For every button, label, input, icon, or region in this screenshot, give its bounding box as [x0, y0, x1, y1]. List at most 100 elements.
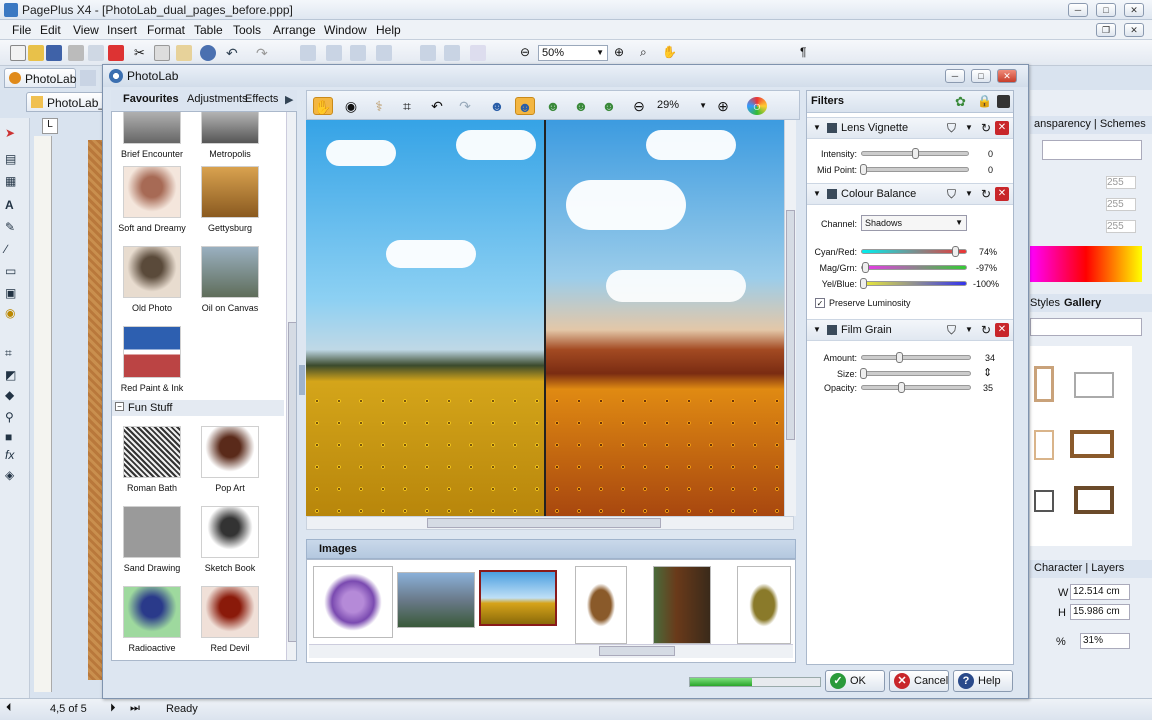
prev-page-icon[interactable]: ⏴ [6, 702, 12, 715]
slider-knob[interactable] [898, 382, 905, 393]
slider-knob[interactable] [860, 164, 867, 175]
frame-thumb[interactable] [1034, 430, 1054, 460]
expand-icon[interactable]: ▼ [813, 123, 821, 132]
color-wheel-icon[interactable]: ○ [747, 97, 767, 115]
chevron-down-icon[interactable]: ▼ [965, 325, 973, 334]
favourites-scrollbar[interactable] [286, 112, 296, 660]
undo-icon[interactable]: ↶ [427, 97, 447, 115]
preview-vscroll[interactable] [784, 120, 796, 516]
doc-close-button[interactable]: ✕ [1124, 23, 1144, 37]
collapse-icon[interactable]: − [115, 402, 124, 411]
tab-styles[interactable]: Styles [1030, 297, 1060, 309]
slider-knob[interactable] [860, 278, 867, 289]
tab-effects[interactable]: Effects [245, 93, 278, 105]
photolab-minimize-button[interactable]: ─ [945, 69, 965, 83]
fav-red-devil[interactable]: Red Devil [192, 586, 268, 653]
transparency-schemes-tabs[interactable]: ansparency | Schemes [1030, 116, 1152, 134]
picture-tool-icon[interactable]: ▣ [5, 286, 23, 302]
fav-brief-encounter[interactable]: Brief Encounter [114, 112, 190, 159]
images-hscroll[interactable] [309, 644, 793, 658]
image-thumb-sunflowers[interactable] [479, 570, 557, 626]
pan-hand-icon[interactable]: ✋ [662, 45, 678, 61]
fill-tool-icon[interactable]: ◆ [5, 388, 23, 404]
cancel-button[interactable]: ✕ Cancel [889, 670, 949, 692]
photolab-close-button[interactable]: ✕ [997, 69, 1017, 83]
pdf-icon[interactable] [108, 45, 124, 61]
maximize-button[interactable]: □ [1096, 3, 1116, 17]
text-tool-icon[interactable]: A [5, 198, 23, 214]
scroll-thumb[interactable] [427, 518, 661, 528]
chevron-down-icon[interactable]: ▼ [965, 189, 973, 198]
fav-metropolis[interactable]: Metropolis [192, 112, 268, 159]
preview-zoom-select[interactable]: 29% ▼ [655, 98, 709, 114]
help-button[interactable]: ? Help [953, 670, 1013, 692]
lock-icon[interactable]: 🔒 [977, 94, 992, 108]
dual-view-icon[interactable]: ☻ [571, 97, 591, 115]
cyan-red-slider[interactable] [861, 246, 967, 257]
pin-icon[interactable] [80, 70, 96, 86]
group-icon[interactable] [326, 45, 342, 61]
photo-tool-icon[interactable]: ◉ [5, 306, 23, 322]
filter-colour-balance[interactable]: ▼ Colour Balance ⛉ ▼ ↻ ✕ [807, 183, 1013, 205]
panel-collapse-handle[interactable] [299, 365, 305, 395]
group-fun-stuff[interactable]: − Fun Stuff [112, 400, 284, 416]
minimize-button[interactable]: ─ [1068, 3, 1088, 17]
gallery-category-select[interactable] [1030, 318, 1142, 336]
chevron-down-icon[interactable]: ▼ [965, 123, 973, 132]
fav-gettysburg[interactable]: Gettysburg [192, 166, 268, 233]
mask-icon[interactable]: ⛉ [947, 187, 956, 202]
menu-window[interactable]: Window [324, 23, 367, 37]
frame-thumb[interactable] [1034, 490, 1054, 512]
fav-roman-bath[interactable]: Roman Bath [114, 426, 190, 493]
expand-icon[interactable]: ▼ [813, 189, 821, 198]
fav-radioactive[interactable]: Radioactive [114, 586, 190, 653]
scroll-thumb[interactable] [599, 646, 675, 656]
fav-oil-on-canvas[interactable]: Oil on Canvas [192, 246, 268, 313]
new-icon[interactable] [10, 45, 26, 61]
rotate-icon[interactable] [376, 45, 392, 61]
last-page-icon[interactable]: ⏭ [130, 702, 140, 715]
slider-knob[interactable] [860, 368, 867, 379]
image-preview[interactable] [306, 120, 794, 516]
gem-tool-icon[interactable]: ◈ [5, 468, 23, 484]
expand-icon[interactable]: ▼ [813, 325, 821, 334]
filter-checkbox[interactable] [827, 189, 837, 199]
menu-arrange[interactable]: Arrange [273, 23, 316, 37]
menu-format[interactable]: Format [147, 23, 185, 37]
zoom-page-icon[interactable]: ⌕ [640, 45, 656, 61]
image-thumb-horse[interactable] [653, 566, 711, 644]
copy-icon[interactable] [154, 45, 170, 61]
ruler-corner-icon[interactable]: L [42, 118, 58, 134]
character-layers-tabs[interactable]: Character | Layers [1030, 560, 1152, 578]
zoom-in-icon[interactable]: ⊕ [614, 45, 630, 61]
tab-next-icon[interactable]: ▶ [285, 93, 293, 106]
height-input[interactable]: 15.986 cm [1070, 604, 1130, 620]
hand-tool-icon[interactable]: ✋ [313, 97, 333, 115]
green-value[interactable]: 255 [1106, 198, 1136, 211]
fav-sand-drawing[interactable]: Sand Drawing [114, 506, 190, 573]
scale-input[interactable]: 31% [1080, 633, 1130, 649]
open-icon[interactable] [28, 45, 44, 61]
photolab-maximize-button[interactable]: □ [971, 69, 991, 83]
shape-tool-icon[interactable]: ▭ [5, 264, 23, 280]
menu-table[interactable]: Table [194, 23, 223, 37]
crop-tool-icon[interactable]: ⌗ [5, 346, 23, 362]
doc-tab-photolab[interactable]: PhotoLab [4, 68, 76, 88]
zoom-in-icon[interactable]: ⊕ [713, 97, 733, 115]
save-icon[interactable] [46, 45, 62, 61]
color-spectrum[interactable] [1030, 246, 1142, 282]
channel-select[interactable]: Shadows ▼ [861, 215, 967, 231]
add-filter-icon[interactable]: ✿ [955, 94, 966, 110]
fav-sketch-book[interactable]: Sketch Book [192, 506, 268, 573]
yel-blue-slider[interactable] [860, 278, 967, 289]
transparency-tool-icon[interactable]: ◩ [5, 368, 23, 384]
cut-icon[interactable]: ✂ [134, 45, 150, 61]
size-slider[interactable] [860, 368, 971, 379]
slider-knob[interactable] [912, 148, 919, 159]
scheme-select[interactable] [1042, 140, 1142, 160]
single-view-icon[interactable]: ☻ [487, 97, 507, 115]
preview-hscroll[interactable] [306, 516, 794, 530]
filter-film-grain[interactable]: ▼ Film Grain ⛉ ▼ ↻ ✕ [807, 319, 1013, 341]
menu-edit[interactable]: Edit [40, 23, 61, 37]
table-tool-icon[interactable]: ▦ [5, 174, 23, 190]
